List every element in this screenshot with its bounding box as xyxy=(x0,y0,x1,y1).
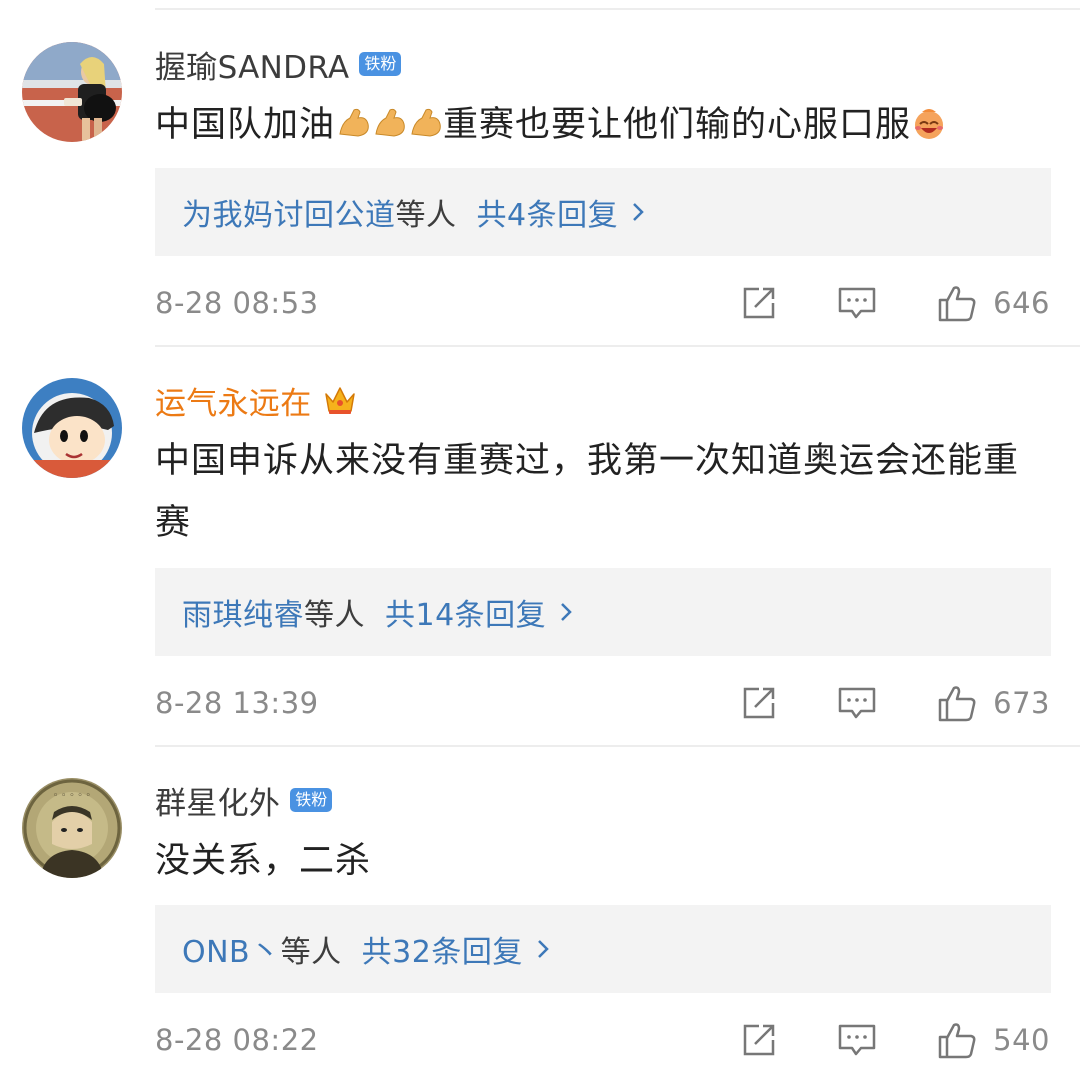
username-row: 握瑜SANDRA 铁粉 xyxy=(155,42,402,87)
reply-users[interactable]: ONB丶 xyxy=(182,927,281,971)
comment-text-part: 重赛也要让他们输的心服口服 xyxy=(443,105,912,145)
like-count: 646 xyxy=(993,286,1050,320)
avatar-image xyxy=(22,378,122,478)
reply-count[interactable]: 共4条回复 xyxy=(477,190,619,234)
chevron-right-icon xyxy=(633,203,644,221)
reply-users[interactable]: 雨琪纯睿 xyxy=(182,590,304,634)
laughing-face-emoji xyxy=(915,109,944,139)
reply-etc: 等人 xyxy=(395,198,457,233)
comment-icon[interactable] xyxy=(837,1020,877,1060)
username-row: 运气永远在 xyxy=(155,378,358,423)
comment-text-part: 没关系，二杀 xyxy=(155,841,372,881)
reply-count[interactable]: 共14条回复 xyxy=(385,590,546,634)
comment-text: 中国申诉从来没有重赛过，我第一次知道奥运会还能重赛 xyxy=(155,430,1032,554)
avatar[interactable] xyxy=(22,378,122,478)
like-icon[interactable] xyxy=(937,283,977,323)
chevron-right-icon xyxy=(561,603,572,621)
strong-arm-emoji xyxy=(411,108,441,137)
username[interactable]: 握瑜SANDRA xyxy=(155,42,349,87)
reply-count[interactable]: 共32条回复 xyxy=(362,927,523,971)
reply-preview[interactable]: ONB丶 等人 共32条回复 xyxy=(155,905,1051,993)
comment-actions: 646 xyxy=(739,281,1050,325)
avatar-image xyxy=(22,42,122,142)
like-count: 540 xyxy=(993,1023,1050,1057)
username-row: 群星化外 铁粉 xyxy=(155,778,333,823)
like-icon[interactable] xyxy=(937,683,977,723)
comment-icon[interactable] xyxy=(837,283,877,323)
divider xyxy=(155,345,1080,347)
comment-text-part: 中国队加油 xyxy=(155,105,336,145)
divider xyxy=(155,745,1080,747)
comment-meta: 8-28 08:53 646 xyxy=(155,281,1050,325)
reply-etc: 等人 xyxy=(280,935,342,970)
comment-meta: 8-28 08:22 540 xyxy=(155,1018,1050,1062)
comment-text: 没关系，二杀 xyxy=(155,830,1032,892)
comment-text-part: 中国申诉从来没有重赛过，我第一次知道奥运会还能重赛 xyxy=(155,441,1020,543)
chevron-right-icon xyxy=(537,940,549,958)
share-icon[interactable] xyxy=(739,283,779,323)
comment-actions: 540 xyxy=(739,1018,1050,1062)
avatar[interactable]: ◦ ◦ ◦ ◦ ◦ xyxy=(22,778,122,878)
reply-etc: 等人 xyxy=(304,598,365,633)
share-icon[interactable] xyxy=(739,683,779,723)
comment-meta: 8-28 13:39 673 xyxy=(155,681,1050,725)
username[interactable]: 群星化外 xyxy=(155,778,280,823)
like-count: 673 xyxy=(993,686,1050,720)
reply-users[interactable]: 为我妈讨回公道 xyxy=(182,190,396,234)
strong-arm-emoji xyxy=(339,108,369,137)
like-icon[interactable] xyxy=(937,1020,977,1060)
reply-preview[interactable]: 雨琪纯睿 等人 共14条回复 xyxy=(155,568,1051,656)
share-icon[interactable] xyxy=(739,1020,779,1060)
timestamp: 8-28 08:22 xyxy=(155,1023,319,1057)
svg-text:◦ ◦ ◦ ◦ ◦: ◦ ◦ ◦ ◦ ◦ xyxy=(53,791,91,801)
comment-text: 中国队加油 重赛也要让他们输的心服口服 xyxy=(155,94,1032,156)
reply-preview[interactable]: 为我妈讨回公道 等人 共4条回复 xyxy=(155,168,1051,256)
timestamp: 8-28 13:39 xyxy=(155,686,319,720)
fan-badge: 铁粉 xyxy=(359,52,402,76)
timestamp: 8-28 08:53 xyxy=(155,286,319,320)
comment-icon[interactable] xyxy=(837,683,877,723)
username[interactable]: 运气永远在 xyxy=(155,378,312,423)
avatar[interactable] xyxy=(22,42,122,142)
crown-icon xyxy=(324,387,355,414)
divider xyxy=(155,8,1080,10)
comment-actions: 673 xyxy=(739,681,1050,725)
avatar-image: ◦ ◦ ◦ ◦ ◦ xyxy=(22,778,122,878)
strong-arm-emoji xyxy=(375,108,405,137)
fan-badge: 铁粉 xyxy=(290,788,333,812)
